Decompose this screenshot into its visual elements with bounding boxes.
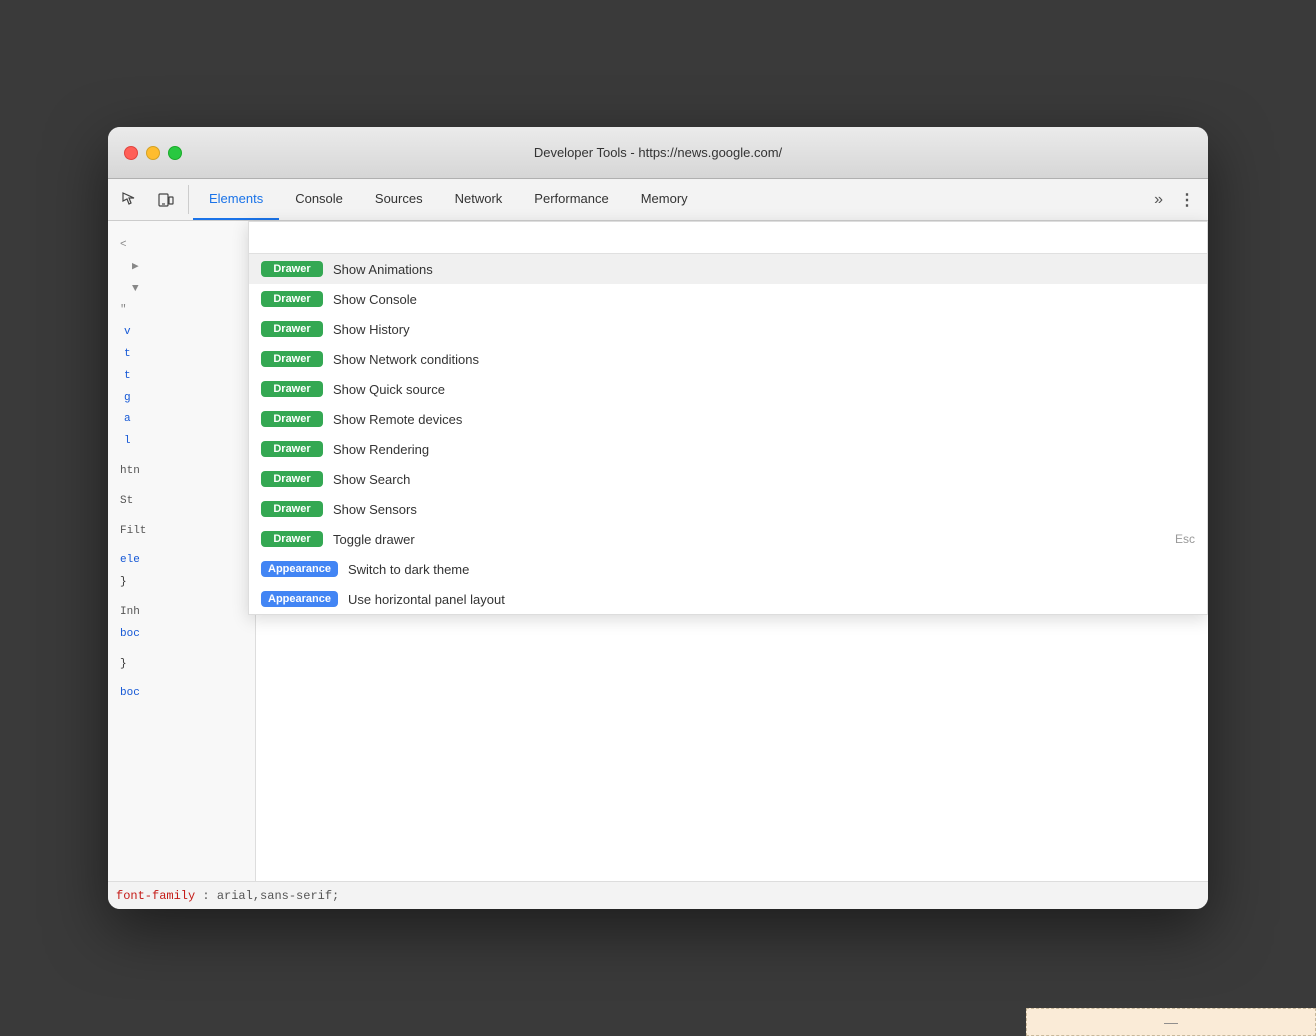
close-button[interactable] bbox=[124, 146, 138, 160]
badge-drawer: Drawer bbox=[261, 351, 323, 367]
badge-drawer: Drawer bbox=[261, 411, 323, 427]
font-family-value: arial,sans-serif; bbox=[217, 889, 339, 903]
badge-drawer: Drawer bbox=[261, 501, 323, 517]
item-label: Show Console bbox=[333, 292, 417, 307]
traffic-lights bbox=[124, 146, 182, 160]
minimize-button[interactable] bbox=[146, 146, 160, 160]
item-label: Show Network conditions bbox=[333, 352, 479, 367]
toolbar: Elements Console Sources Network Perform… bbox=[108, 179, 1208, 221]
list-item[interactable]: Drawer Show Rendering bbox=[249, 434, 1207, 464]
tabs-container: Elements Console Sources Network Perform… bbox=[193, 179, 1146, 220]
list-item[interactable]: Drawer Show Animations bbox=[249, 254, 1207, 284]
tab-elements[interactable]: Elements bbox=[193, 179, 279, 220]
window-title: Developer Tools - https://news.google.co… bbox=[534, 145, 782, 160]
list-item[interactable]: Drawer Show Search bbox=[249, 464, 1207, 494]
item-label: Show Animations bbox=[333, 262, 433, 277]
list-item[interactable]: Drawer Toggle drawer Esc bbox=[249, 524, 1207, 554]
item-label: Use horizontal panel layout bbox=[348, 592, 505, 607]
item-label: Switch to dark theme bbox=[348, 562, 469, 577]
badge-appearance: Appearance bbox=[261, 591, 338, 607]
search-input[interactable] bbox=[261, 230, 1195, 245]
list-item[interactable]: Drawer Show Sensors bbox=[249, 494, 1207, 524]
badge-drawer: Drawer bbox=[261, 381, 323, 397]
search-box bbox=[249, 222, 1207, 254]
list-item[interactable]: Drawer Show History bbox=[249, 314, 1207, 344]
badge-drawer: Drawer bbox=[261, 261, 323, 277]
more-tabs-button[interactable]: » bbox=[1146, 179, 1171, 220]
badge-drawer: Drawer bbox=[261, 321, 323, 337]
tab-memory[interactable]: Memory bbox=[625, 179, 704, 220]
main-content: < ▶ ▼ " v t t g a l htn St Filt ele } bbox=[108, 221, 1208, 881]
item-label: Show Rendering bbox=[333, 442, 429, 457]
item-label: Show Search bbox=[333, 472, 410, 487]
kebab-menu-button[interactable]: ⋮ bbox=[1171, 179, 1204, 220]
tab-sources[interactable]: Sources bbox=[359, 179, 439, 220]
tab-console[interactable]: Console bbox=[279, 179, 359, 220]
badge-drawer: Drawer bbox=[261, 471, 323, 487]
item-label: Show Quick source bbox=[333, 382, 445, 397]
badge-drawer: Drawer bbox=[261, 291, 323, 307]
font-family-colon: : bbox=[202, 889, 216, 903]
list-item[interactable]: Appearance Switch to dark theme bbox=[249, 554, 1207, 584]
list-item[interactable]: Drawer Show Console bbox=[249, 284, 1207, 314]
tab-performance[interactable]: Performance bbox=[518, 179, 624, 220]
title-bar: Developer Tools - https://news.google.co… bbox=[108, 127, 1208, 179]
list-item[interactable]: Appearance Use horizontal panel layout bbox=[249, 584, 1207, 614]
left-panel: < ▶ ▼ " v t t g a l htn St Filt ele } bbox=[108, 221, 256, 881]
badge-drawer: Drawer bbox=[261, 531, 323, 547]
dropdown-list: Drawer Show Animations Drawer Show Conso… bbox=[249, 254, 1207, 614]
list-item[interactable]: Drawer Show Quick source bbox=[249, 374, 1207, 404]
shortcut-label: Esc bbox=[1175, 532, 1195, 546]
devtools-window: Developer Tools - https://news.google.co… bbox=[108, 127, 1208, 909]
item-label: Show Remote devices bbox=[333, 412, 462, 427]
device-icon[interactable] bbox=[148, 179, 184, 220]
font-family-property: font-family bbox=[116, 889, 202, 903]
item-label: Show History bbox=[333, 322, 410, 337]
list-item[interactable]: Drawer Show Remote devices bbox=[249, 404, 1207, 434]
list-item[interactable]: Drawer Show Network conditions bbox=[249, 344, 1207, 374]
item-label: Toggle drawer bbox=[333, 532, 415, 547]
command-menu-dropdown: Drawer Show Animations Drawer Show Conso… bbox=[248, 221, 1208, 615]
item-label: Show Sensors bbox=[333, 502, 417, 517]
maximize-button[interactable] bbox=[168, 146, 182, 160]
toolbar-separator bbox=[188, 185, 189, 214]
bottom-bar: font-family : arial,sans-serif; — bbox=[108, 881, 1208, 909]
tab-network[interactable]: Network bbox=[439, 179, 519, 220]
inspect-icon[interactable] bbox=[112, 179, 148, 220]
badge-drawer: Drawer bbox=[261, 441, 323, 457]
badge-appearance: Appearance bbox=[261, 561, 338, 577]
